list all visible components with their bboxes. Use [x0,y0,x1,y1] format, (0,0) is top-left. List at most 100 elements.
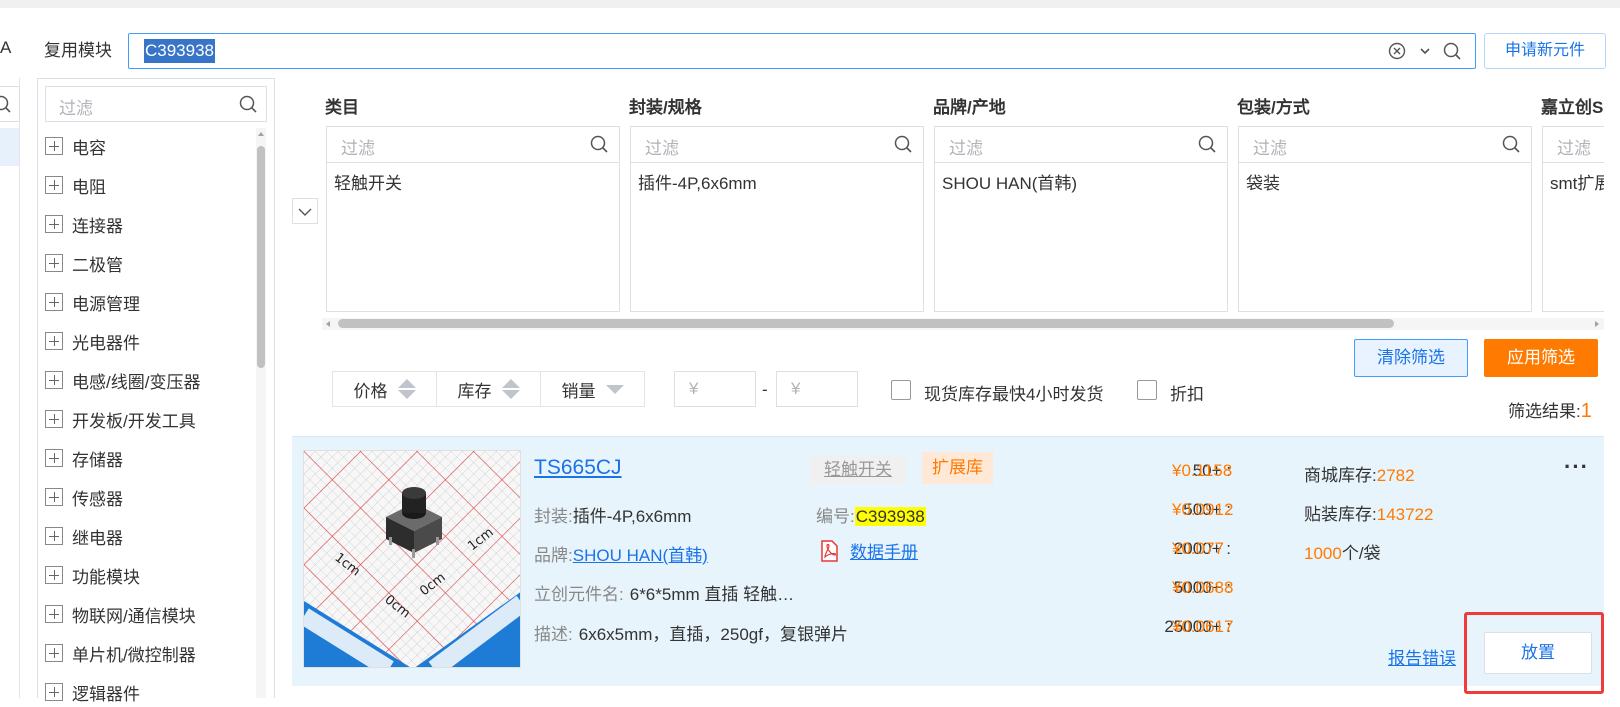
report-error-link[interactable]: 报告错误 [1388,644,1456,669]
filters-scrollbar-thumb[interactable] [338,319,1394,328]
expand-plus-icon[interactable] [45,254,63,272]
datasheet-row[interactable]: 数据手册 [818,538,918,563]
filter-package-search[interactable]: 过滤 [630,126,924,162]
expand-plus-icon[interactable] [45,371,63,389]
description-value: 6x6x5mm，直插，250gf，复银弹片 [578,625,848,644]
pdf-icon [821,539,838,562]
tree-item[interactable]: 电阻 [45,170,106,200]
expand-plus-icon[interactable] [45,332,63,350]
filter-result: 筛选结果:1 [1508,397,1592,423]
tree-item-label: 电容 [72,138,106,158]
expand-plus-icon[interactable] [45,449,63,467]
expand-plus-icon[interactable] [45,215,63,233]
discount-checkbox[interactable] [1137,380,1157,400]
lcsc-name-row: 立创元件名: 6*6*5mm 直插 轻触… [534,580,794,605]
filter-brand-search[interactable]: 过滤 [934,126,1228,162]
filter-option[interactable]: 袋装 [1246,174,1280,193]
expand-plus-icon[interactable] [45,644,63,662]
search-icon[interactable] [589,134,609,154]
clear-filters-button[interactable]: 清除筛选 [1354,339,1468,377]
tree-item[interactable]: 逻辑器件 [45,677,140,707]
scroll-right-arrow-icon[interactable] [1592,319,1602,329]
instock-label: 现货库存最快4小时发货 [924,385,1104,404]
tree-item[interactable]: 电容 [45,131,106,161]
tree-item[interactable]: 电感/线圈/变压器 [45,365,200,395]
tree-item-label: 电源管理 [72,294,140,314]
sort-price-label: 价格 [353,381,388,401]
search-icon[interactable] [238,94,258,114]
filter-category-search[interactable]: 过滤 [326,126,620,162]
expand-plus-icon[interactable] [45,176,63,194]
sort-sales-button[interactable]: 销量 [540,371,645,407]
sort-arrows-icon [494,379,520,399]
code-label: 编号: [816,507,855,526]
tree-item-label: 存储器 [72,450,123,470]
apply-new-component-button[interactable]: 申请新元件 [1484,33,1606,69]
tree-item-label: 传感器 [72,489,123,509]
filter-packaging-search[interactable]: 过滤 [1238,126,1532,162]
filter-option[interactable]: smt扩展 [1550,174,1604,193]
filter-option[interactable]: SHOU HAN(首韩) [942,174,1077,193]
tab-a[interactable]: A [0,38,11,58]
expand-plus-icon[interactable] [45,605,63,623]
price-tier-price: ¥0.0912 [1172,500,1234,519]
tree-item[interactable]: 继电器 [45,521,123,551]
collapse-filters-button[interactable] [292,198,318,224]
price-tier-price: ¥0.1158 [1172,461,1233,480]
scroll-up-arrow-icon[interactable] [256,129,266,139]
chevron-down-icon[interactable] [1415,41,1435,61]
search-icon[interactable] [1501,134,1521,154]
tree-item[interactable]: 传感器 [45,482,123,512]
tree-item-label: 单片机/微控制器 [72,645,196,665]
tree-filter-input[interactable]: 过滤 [45,86,267,122]
sort-stock-button[interactable]: 库存 [436,371,541,407]
search-input[interactable]: C393938 [128,33,1476,69]
filter-option[interactable]: 轻触开关 [334,174,402,193]
instock-checkbox[interactable] [891,380,911,400]
tab-reuse-module[interactable]: 复用模块 [30,33,126,69]
description-label: 描述: [534,625,573,644]
more-options-icon[interactable]: ··· [1564,454,1589,480]
filter-option[interactable]: 插件-4P,6x6mm [638,174,757,193]
price-tier-price: ¥0.0688 [1172,578,1234,597]
apply-filters-button[interactable]: 应用筛选 [1484,339,1598,377]
tree-item[interactable]: 功能模块 [45,560,140,590]
datasheet-link[interactable]: 数据手册 [850,538,918,563]
search-icon[interactable] [0,94,12,114]
tree-item[interactable]: 存储器 [45,443,123,473]
tree-item[interactable]: 连接器 [45,209,123,239]
tree-item[interactable]: 单片机/微控制器 [45,638,196,668]
smt-stock-label: 贴装库存: [1304,505,1377,524]
expand-plus-icon[interactable] [45,488,63,506]
filter-package-list: 插件-4P,6x6mm [630,162,924,312]
search-input-value: C393938 [144,39,216,63]
tree-item[interactable]: 电源管理 [45,287,140,317]
far-left-selected-item[interactable] [0,128,19,166]
expand-plus-icon[interactable] [45,410,63,428]
expand-plus-icon[interactable] [45,683,63,701]
tree-item[interactable]: 二极管 [45,248,123,278]
expand-plus-icon[interactable] [45,137,63,155]
product-title-link[interactable]: TS665CJ [534,456,622,480]
clear-circle-icon[interactable] [1387,41,1407,61]
far-left-search[interactable] [0,86,20,122]
tree-item[interactable]: 光电器件 [45,326,140,356]
expand-plus-icon[interactable] [45,527,63,545]
scroll-left-arrow-icon[interactable] [323,319,333,329]
max-price-input[interactable]: ¥ [776,371,858,407]
product-image[interactable]: 1cm 0cm 0cm 1cm [303,450,521,668]
tree-item[interactable]: 物联网/通信模块 [45,599,196,629]
expand-plus-icon[interactable] [45,293,63,311]
tree-item[interactable]: 开发板/开发工具 [45,404,196,434]
search-icon[interactable] [893,134,913,154]
min-price-input[interactable]: ¥ [674,371,756,407]
tree-item-label: 连接器 [72,216,123,236]
tree-scrollbar-thumb[interactable] [257,146,265,368]
expand-plus-icon[interactable] [45,566,63,584]
filter-jlc-search[interactable]: 过滤 [1542,126,1604,162]
category-tag[interactable]: 轻触开关 [810,456,906,484]
search-icon[interactable] [1197,134,1217,154]
brand-link[interactable]: SHOU HAN(首韩) [573,546,708,565]
search-icon[interactable] [1442,41,1462,61]
sort-price-button[interactable]: 价格 [332,371,437,407]
